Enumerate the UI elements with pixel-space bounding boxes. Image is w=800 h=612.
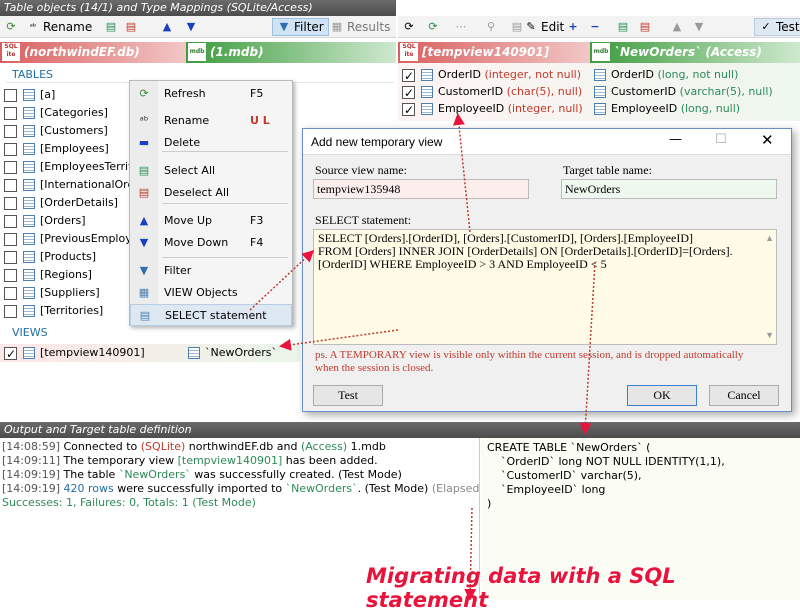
arrow-to-mapping (452, 113, 471, 233)
annotation-arrows (249, 113, 596, 600)
arrow-to-view (279, 329, 399, 351)
arrow-to-caption (464, 507, 477, 600)
arrow-to-sql (249, 249, 315, 311)
arrow-to-ddl (579, 261, 596, 435)
